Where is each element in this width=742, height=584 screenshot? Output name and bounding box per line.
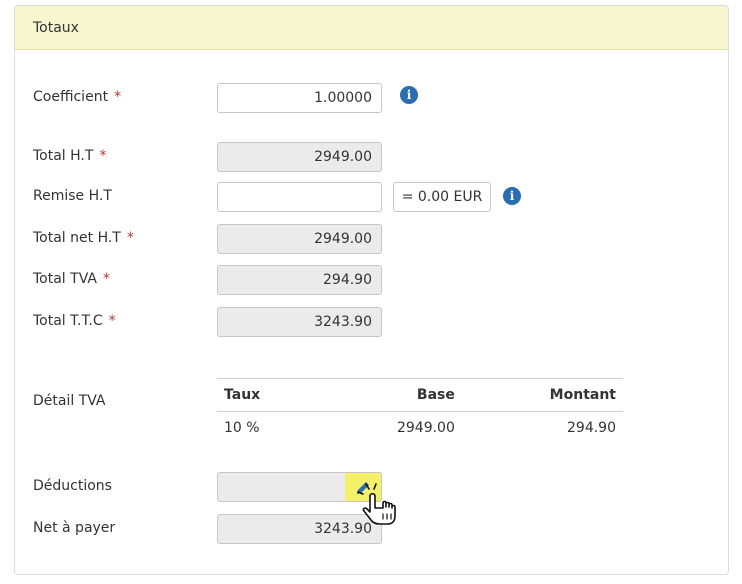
- panel-title: Totaux: [33, 20, 79, 36]
- remise-ht-input[interactable]: [217, 182, 382, 212]
- cell-montant: 294.90: [567, 420, 616, 436]
- required-star: *: [102, 271, 110, 287]
- coefficient-input[interactable]: [217, 83, 382, 113]
- remise-amount-display: = 0.00 EUR: [393, 182, 491, 212]
- total-net-ht-field: 2949.00: [217, 224, 382, 254]
- total-ht-field: 2949.00: [217, 142, 382, 172]
- table-row: 10 % 2949.00 294.90: [217, 412, 623, 445]
- column-header-taux: Taux: [217, 378, 318, 412]
- vat-detail-table: Taux Base Montant 10 % 2949.00 294.90: [217, 378, 623, 444]
- total-ttc-row: Total T.T.C * 3243.90: [15, 307, 728, 337]
- deductions-label: Déductions: [33, 478, 112, 494]
- required-star: *: [99, 148, 107, 164]
- info-icon[interactable]: i: [400, 86, 418, 104]
- deductions-field: [217, 472, 347, 502]
- required-star: *: [114, 89, 122, 105]
- total-tva-field: 294.90: [217, 265, 382, 295]
- required-star: *: [126, 230, 134, 246]
- panel-heading: Totaux: [15, 6, 728, 50]
- coefficient-row: Coefficient* i: [15, 83, 728, 113]
- cell-taux: 10 %: [224, 420, 260, 436]
- total-ttc-field: 3243.90: [217, 307, 382, 337]
- total-tva-label: Total TVA *: [33, 271, 110, 287]
- required-star: *: [108, 313, 116, 329]
- info-icon[interactable]: i: [503, 187, 521, 205]
- total-ttc-label: Total T.T.C *: [33, 313, 116, 329]
- coefficient-label: Coefficient *: [33, 89, 122, 105]
- total-tva-row: Total TVA * 294.90: [15, 265, 728, 295]
- total-ht-row: Total H.T * 2949.00: [15, 142, 728, 172]
- remise-ht-row: Remise H.T = 0.00 EUR i: [15, 182, 728, 212]
- total-ht-label: Total H.T *: [33, 148, 107, 164]
- table-header-row: Taux Base Montant: [217, 378, 623, 412]
- cell-base: 2949.00: [396, 420, 455, 436]
- net-a-payer-label: Net à payer: [33, 520, 116, 536]
- column-header-base: Base: [317, 378, 462, 412]
- column-header-montant: Montant: [461, 378, 623, 412]
- total-net-ht-row: Total net H.T * 2949.00: [15, 224, 728, 254]
- total-net-ht-label: Total net H.T *: [33, 230, 134, 246]
- hand-pointer-icon: [357, 483, 396, 525]
- detail-tva-label: Détail TVA: [33, 393, 106, 409]
- remise-ht-label: Remise H.T: [33, 188, 112, 204]
